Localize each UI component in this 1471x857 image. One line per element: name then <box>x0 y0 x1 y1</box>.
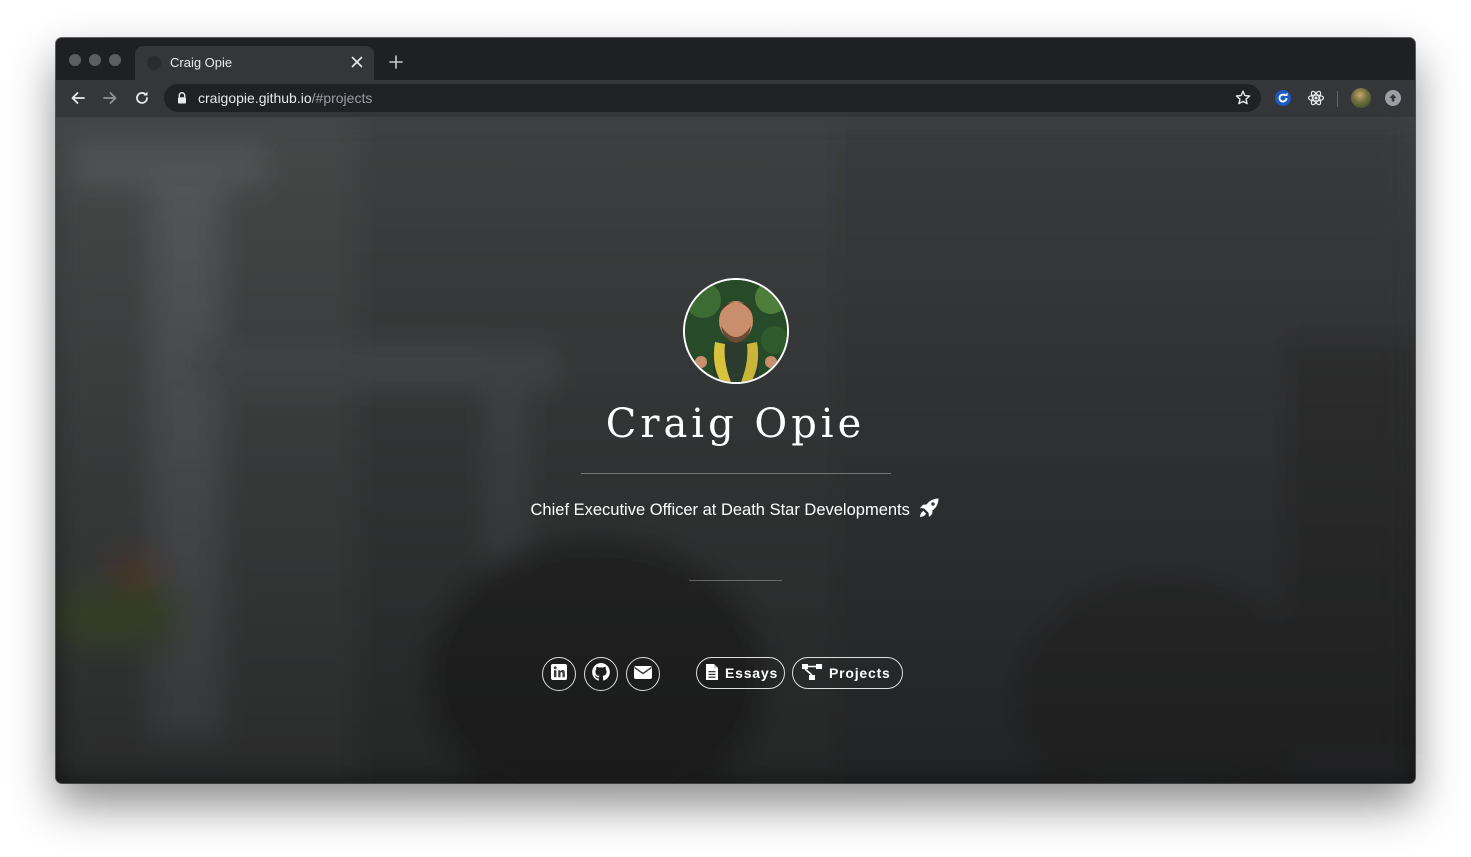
profile-photo <box>683 278 789 384</box>
tab-title: Craig Opie <box>170 55 233 70</box>
bookmark-star-icon[interactable] <box>1234 89 1252 107</box>
url-text: craigopie.github.io/#projects <box>198 90 372 106</box>
rocket-icon <box>918 497 940 519</box>
envelope-icon <box>633 664 653 685</box>
browser-toolbar: craigopie.github.io/#projects <box>56 80 1415 117</box>
email-button[interactable] <box>626 657 660 691</box>
reload-icon[interactable] <box>130 86 154 110</box>
url-path: /#projects <box>311 90 373 106</box>
extension-refresh-icon[interactable] <box>1274 89 1292 107</box>
profile-avatar[interactable] <box>1351 88 1371 108</box>
tab-craig-opie[interactable]: Craig Opie <box>135 46 374 80</box>
github-icon <box>591 662 611 687</box>
new-tab-plus-icon[interactable] <box>385 51 407 73</box>
back-arrow-icon[interactable] <box>66 86 90 110</box>
divider-line-short <box>689 580 782 581</box>
file-text-icon <box>705 663 725 684</box>
react-devtools-icon[interactable] <box>1307 89 1325 107</box>
close-window-button[interactable] <box>69 54 81 66</box>
favicon-icon <box>147 56 161 70</box>
update-arrow-icon[interactable] <box>1385 90 1401 106</box>
essays-label: Essays <box>725 665 779 681</box>
tab-close-icon[interactable] <box>348 53 366 71</box>
linkedin-icon <box>550 663 568 686</box>
tagline-text: Chief Executive Officer at Death Star De… <box>530 501 910 519</box>
minimize-window-button[interactable] <box>89 54 101 66</box>
projects-label: Projects <box>829 665 891 681</box>
maximize-window-button[interactable] <box>109 54 121 66</box>
divider-line <box>581 473 891 474</box>
forward-arrow-icon[interactable] <box>98 86 122 110</box>
github-button[interactable] <box>584 657 618 691</box>
profile-name: Craig Opie <box>605 401 866 447</box>
desktop-background: Craig Opie craigopie.github.io/#projects… <box>0 0 1471 857</box>
page-viewport: Craig Opie Chief Executive Officer at De… <box>56 117 1415 783</box>
address-bar[interactable]: craigopie.github.io/#projects <box>164 84 1261 112</box>
toolbar-divider <box>1337 91 1338 107</box>
url-host: craigopie.github.io <box>198 90 312 106</box>
lock-icon <box>175 91 189 105</box>
sitemap-icon <box>801 663 829 684</box>
essays-button[interactable]: Essays <box>696 657 785 689</box>
browser-window: Craig Opie craigopie.github.io/#projects… <box>56 38 1415 783</box>
linkedin-button[interactable] <box>542 657 576 691</box>
profile-tagline: Chief Executive Officer at Death Star De… <box>56 497 1415 520</box>
tab-strip: Craig Opie <box>56 38 1415 80</box>
projects-button[interactable]: Projects <box>792 657 903 689</box>
